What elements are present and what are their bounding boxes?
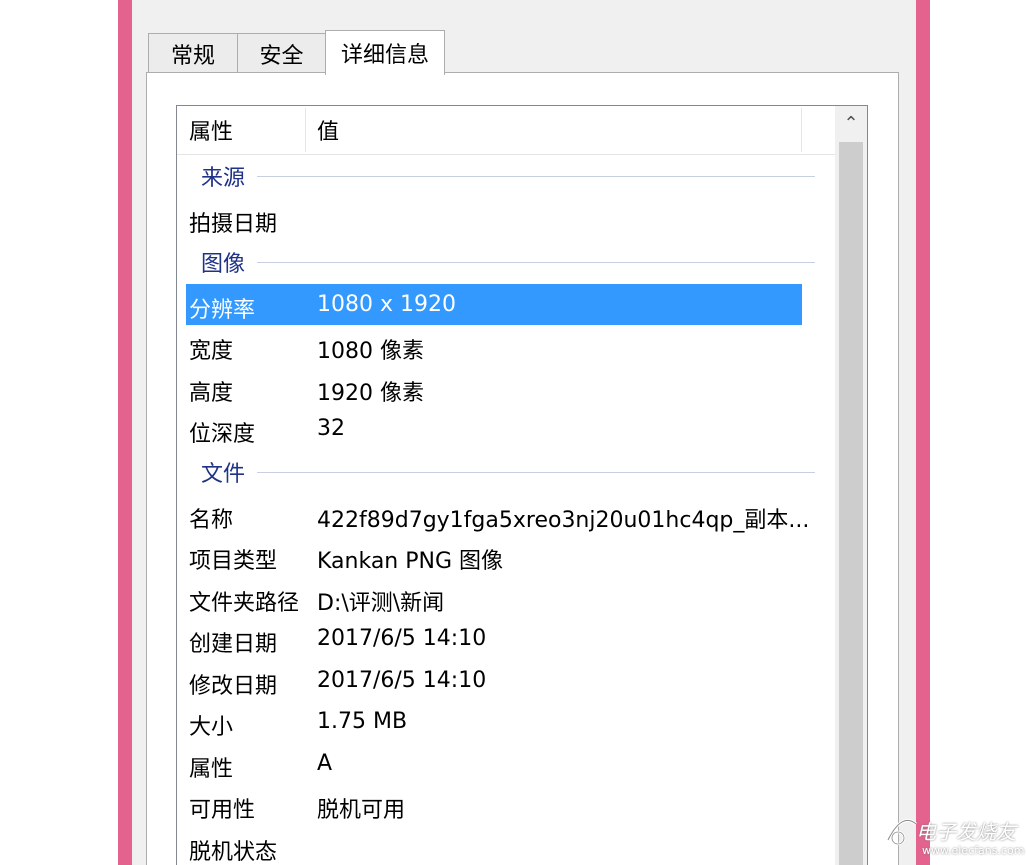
property-value: 32 <box>317 416 345 441</box>
table-row[interactable]: 宽度 1080 像素 <box>177 325 837 367</box>
property-name: 名称 <box>189 507 234 533</box>
property-name: 项目类型 <box>189 549 278 574</box>
table-row[interactable]: 位深度 32 <box>177 408 837 450</box>
group-label: 来源 <box>201 166 246 191</box>
property-name: 位深度 <box>189 422 256 447</box>
table-row[interactable]: 名称 422f89d7gy1fga5xreo3nj20u01hc4qp_副本... <box>177 494 837 536</box>
tab-security[interactable]: 安全 <box>237 33 326 73</box>
property-name: 属性 <box>189 756 234 782</box>
tab-details[interactable]: 详细信息 <box>325 30 445 75</box>
column-header-value[interactable]: 值 <box>317 106 339 154</box>
property-value: 2017/6/5 14:10 <box>317 626 487 651</box>
property-name: 分辨率 <box>189 297 256 323</box>
property-name: 脱机状态 <box>189 839 278 865</box>
property-name: 修改日期 <box>189 673 278 699</box>
tab-label: 详细信息 <box>340 43 429 68</box>
property-name: 拍摄日期 <box>189 212 278 237</box>
list-rows: 来源拍摄日期图像分辨率 1080 x 1920 宽度 1080 像素高度 1920 像素… <box>177 154 837 865</box>
tab-label: 常规 <box>170 43 215 69</box>
property-name: 可用性 <box>189 798 256 823</box>
group-label: 图像 <box>201 251 246 277</box>
group-header[interactable]: 图像 <box>177 240 837 284</box>
property-name: 大小 <box>189 715 234 740</box>
property-value: 1080 x 1920 <box>317 291 456 317</box>
property-name: 宽度 <box>189 339 234 364</box>
table-row[interactable]: 修改日期 2017/6/5 14:10 <box>177 660 837 702</box>
column-divider[interactable] <box>801 108 802 152</box>
chevron-up-icon[interactable]: ⌃ <box>835 106 867 140</box>
table-row[interactable]: 项目类型 Kankan PNG 图像 <box>177 535 837 577</box>
group-divider <box>257 176 815 177</box>
table-row[interactable]: 文件夹路径 D:\评测\新闻 <box>177 577 837 619</box>
table-row[interactable]: 拍摄日期 <box>177 198 837 240</box>
table-row[interactable]: 可用性 脱机可用 <box>177 784 837 826</box>
table-row[interactable]: 脱机状态 <box>177 826 837 865</box>
property-value: Kankan PNG 图像 <box>317 549 504 574</box>
property-value: 1080 像素 <box>317 339 424 364</box>
property-value: 1.75 MB <box>317 709 408 734</box>
table-row[interactable]: 高度 1920 像素 <box>177 367 837 409</box>
property-value: A <box>317 750 333 776</box>
group-header[interactable]: 来源 <box>177 154 837 198</box>
vertical-scrollbar[interactable]: ⌃ <box>835 106 867 865</box>
property-name: 文件夹路径 <box>189 590 300 616</box>
group-divider <box>257 471 815 473</box>
property-value: 422f89d7gy1fga5xreo3nj20u01hc4qp_副本... <box>317 507 810 533</box>
list-header: 属性 值 <box>177 106 837 155</box>
table-row[interactable]: 属性 A <box>177 743 837 785</box>
property-name: 高度 <box>189 380 234 406</box>
table-row[interactable]: 分辨率 1080 x 1920 <box>186 283 802 325</box>
property-value: 1920 像素 <box>317 380 424 406</box>
group-label: 文件 <box>201 461 246 487</box>
tab-label: 安全 <box>259 43 304 69</box>
tab-general[interactable]: 常规 <box>148 33 238 73</box>
group-header[interactable]: 文件 <box>177 450 837 494</box>
watermark-url: www.elecfans.com <box>922 844 1025 857</box>
property-value: D:\评测\新闻 <box>317 590 445 616</box>
group-divider <box>257 261 815 263</box>
column-divider[interactable] <box>305 108 306 152</box>
table-row[interactable]: 创建日期 2017/6/5 14:10 <box>177 618 837 660</box>
properties-list[interactable]: 属性 值 来源拍摄日期图像分辨率 1080 x 1920 宽度 1080 像素高度 19… <box>176 105 868 865</box>
table-row[interactable]: 大小 1.75 MB <box>177 701 837 743</box>
watermark: 电子发烧友 www.elecfans.com <box>880 810 1024 860</box>
property-name: 创建日期 <box>189 632 278 657</box>
property-value: 脱机可用 <box>317 798 406 823</box>
property-value: 2017/6/5 14:10 <box>317 667 487 693</box>
scrollbar-thumb[interactable] <box>839 142 863 865</box>
column-header-property[interactable]: 属性 <box>189 106 233 154</box>
watermark-title: 电子发烧友 <box>916 820 1016 844</box>
